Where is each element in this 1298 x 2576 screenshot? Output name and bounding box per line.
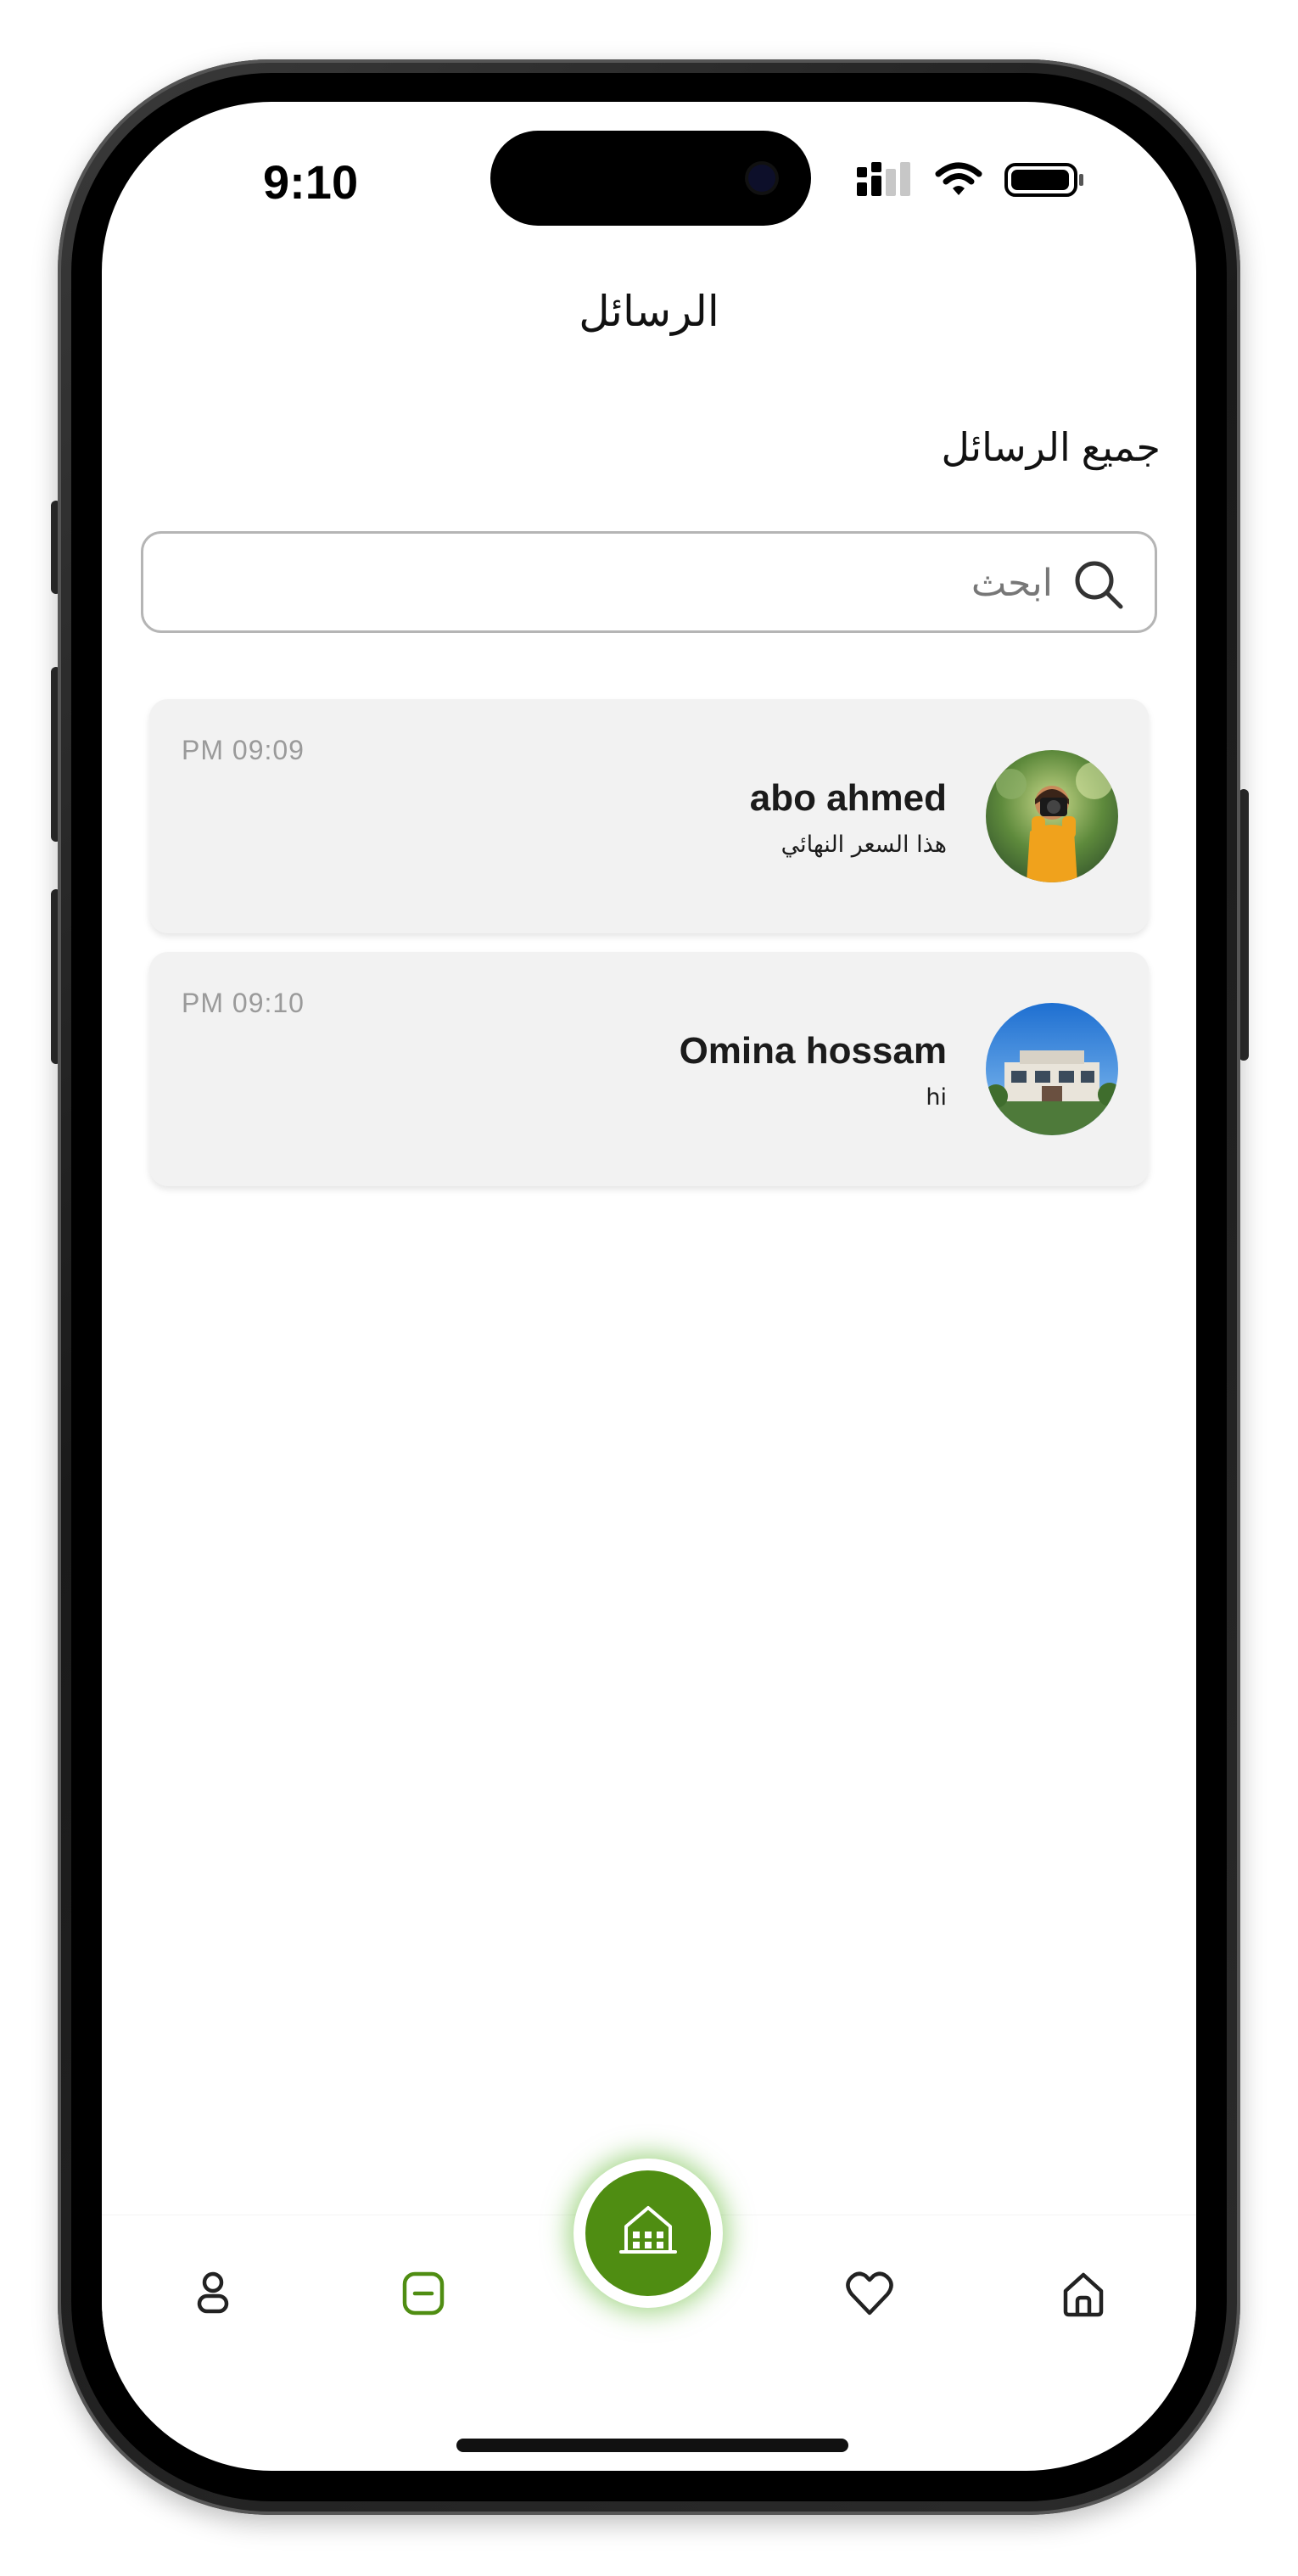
building-icon (619, 2206, 677, 2254)
messages-icon[interactable] (394, 2264, 453, 2323)
search-input[interactable] (203, 551, 1055, 615)
chat-message-preview: هذا السعر النهائي (780, 832, 947, 858)
battery-icon (1004, 163, 1083, 197)
chat-message-preview: hi (926, 1084, 947, 1111)
status-icons (857, 161, 1086, 199)
add-property-button-fill (585, 2170, 711, 2296)
chat-contact-name: abo ahmed (749, 777, 947, 819)
profile-icon[interactable] (183, 2264, 243, 2323)
wifi-icon (935, 162, 982, 195)
home-indicator[interactable] (456, 2439, 848, 2452)
favorites-icon[interactable] (840, 2264, 899, 2323)
house-photo-avatar[interactable] (986, 1003, 1118, 1135)
section-title-all-messages: جميع الرسائل (941, 425, 1161, 469)
dynamic-island (490, 131, 811, 226)
home-icon[interactable] (1054, 2264, 1113, 2323)
chat-contact-name: Omina hossam (679, 1030, 947, 1072)
cellular-signal-icon (857, 162, 910, 196)
device-mockup: 9:10 الرسائل جميع الرسائل ابحث PM 09:09 … (0, 0, 1298, 2576)
chat-list-item[interactable]: PM 09:10 Omina hossam hi (149, 952, 1149, 1186)
search-icon[interactable] (1071, 557, 1126, 612)
page-title: الرسائل (579, 288, 719, 335)
search-bar[interactable] (141, 531, 1157, 633)
app-screen: 9:10 الرسائل جميع الرسائل ابحث PM 09:09 … (102, 102, 1196, 2471)
person-photographer-avatar[interactable] (986, 750, 1118, 882)
chat-timestamp: PM 09:09 (182, 735, 305, 765)
front-camera-icon (748, 165, 775, 192)
status-time: 9:10 (263, 155, 359, 209)
chat-timestamp: PM 09:10 (182, 988, 305, 1018)
chat-list-item[interactable]: PM 09:09 abo ahmed هذا السعر النهائي (149, 699, 1149, 933)
add-property-button[interactable] (573, 2159, 723, 2308)
